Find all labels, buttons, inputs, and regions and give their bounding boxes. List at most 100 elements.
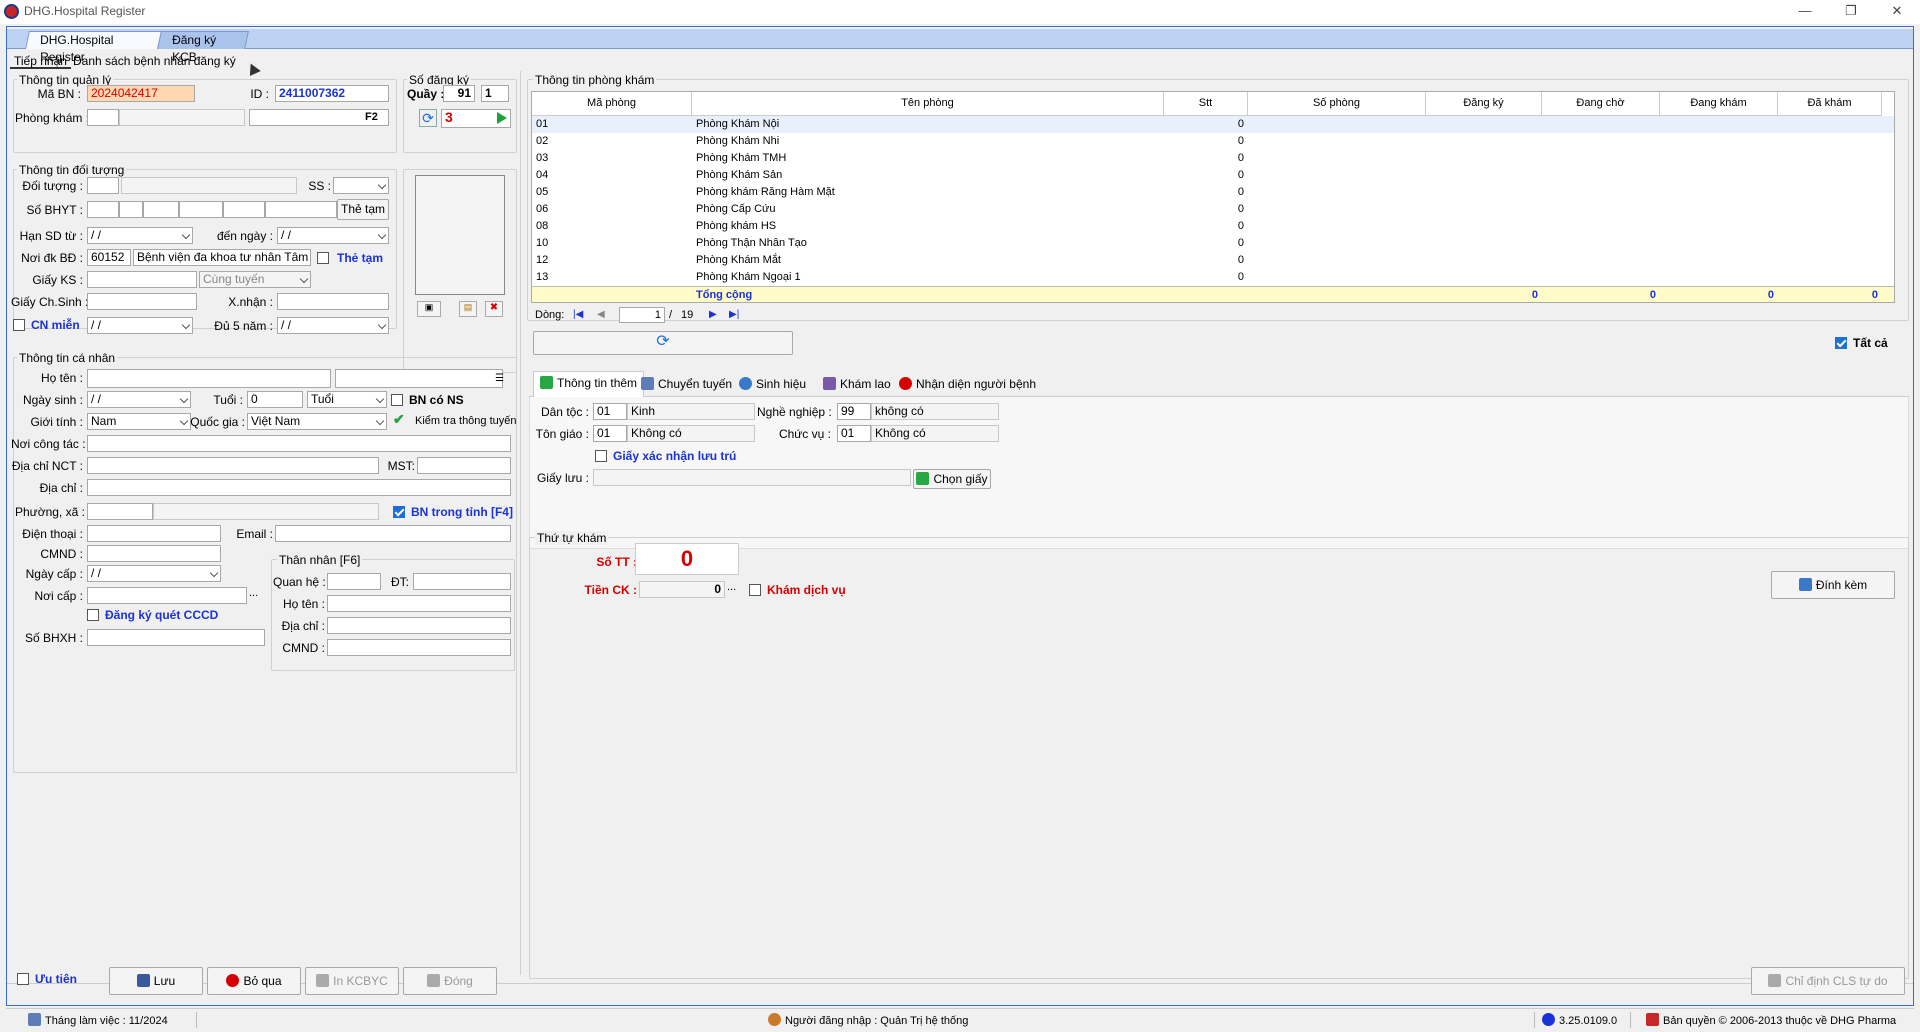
tab-nhan-dien[interactable]: Nhận diện người bệnh bbox=[899, 371, 1036, 393]
mst-field[interactable] bbox=[417, 457, 511, 474]
table-row[interactable]: 01 Phòng Khám Nội 0 bbox=[532, 116, 1894, 133]
than-nhan-ho-ten-field[interactable] bbox=[327, 595, 511, 612]
tien-ck-field[interactable]: 0 bbox=[639, 581, 725, 598]
than-nhan-cmnd-field[interactable] bbox=[327, 639, 511, 656]
cn-mien-date[interactable]: / / bbox=[87, 317, 193, 334]
cn-mien-checkbox[interactable] bbox=[13, 319, 25, 331]
tab-kham-lao[interactable]: Khám lao bbox=[823, 371, 891, 393]
maximize-button[interactable]: ❐ bbox=[1828, 0, 1874, 24]
han-sd-from[interactable]: / / bbox=[87, 227, 193, 244]
prev-page-icon[interactable]: ◀ bbox=[597, 309, 605, 320]
photo-upload-icon[interactable]: ▤ bbox=[459, 301, 477, 317]
giay-ch-sinh-field[interactable] bbox=[87, 293, 197, 310]
bhyt-part3[interactable] bbox=[143, 201, 179, 218]
noi-cong-tac-field[interactable] bbox=[87, 435, 511, 452]
tab-sinh-hieu[interactable]: Sinh hiệu bbox=[739, 371, 806, 393]
column-header[interactable]: Đăng ký bbox=[1426, 92, 1542, 116]
bo-qua-button[interactable]: Bỏ qua bbox=[207, 967, 301, 995]
column-header[interactable]: Số phòng bbox=[1248, 92, 1426, 116]
column-header[interactable]: Stt bbox=[1164, 92, 1248, 116]
noi-cap-field[interactable] bbox=[87, 587, 247, 604]
cmnd-field[interactable] bbox=[87, 545, 221, 562]
than-nhan-dia-chi-field[interactable] bbox=[327, 617, 511, 634]
in-kcbyc-button[interactable]: In KCBYC bbox=[305, 967, 399, 995]
refresh-icon[interactable]: ⟳ bbox=[419, 109, 437, 127]
bhyt-part2[interactable] bbox=[119, 201, 143, 218]
first-page-icon[interactable]: |◀ bbox=[573, 309, 583, 320]
table-row[interactable]: 04 Phòng Khám Sản 0 bbox=[532, 167, 1894, 184]
luu-button[interactable]: Lưu bbox=[109, 967, 203, 995]
gioi-tinh-select[interactable]: Nam bbox=[87, 413, 191, 430]
tab-tiep-nhan[interactable]: Tiếp nhận bbox=[10, 53, 71, 69]
kham-dich-vu-checkbox[interactable] bbox=[749, 584, 761, 596]
column-header[interactable]: Mã phòng bbox=[532, 92, 692, 116]
ho-ten-search[interactable] bbox=[335, 369, 503, 388]
table-row[interactable]: 06 Phòng Cấp Cứu 0 bbox=[532, 201, 1894, 218]
quay-field[interactable]: 91 bbox=[443, 85, 475, 102]
dt-field[interactable] bbox=[413, 573, 511, 590]
phuong-xa-code[interactable] bbox=[87, 503, 153, 520]
grid-refresh-button[interactable]: ⟳ bbox=[533, 331, 793, 355]
close-button[interactable]: ✕ bbox=[1874, 0, 1920, 24]
bn-co-ns-checkbox[interactable] bbox=[391, 394, 403, 406]
doi-tuong-code[interactable] bbox=[87, 177, 119, 194]
ho-ten-field[interactable] bbox=[87, 369, 331, 388]
bhyt-part6[interactable] bbox=[265, 201, 337, 218]
noi-dk-name[interactable]: Bệnh viện đa khoa tư nhân Tâm Phúc bbox=[133, 249, 311, 266]
photo-delete-icon[interactable]: ✖ bbox=[485, 301, 503, 317]
table-row[interactable]: 13 Phòng Khám Ngoại 1 0 bbox=[532, 269, 1894, 286]
ma-bn-field[interactable]: 2024042417 bbox=[87, 85, 195, 102]
quay2-field[interactable]: 1 bbox=[481, 85, 509, 102]
chi-dinh-cls-button[interactable]: Chỉ định CLS tự do bbox=[1751, 967, 1905, 995]
bhyt-part1[interactable] bbox=[87, 201, 119, 218]
tab-danh-sach[interactable]: Danh sách bệnh nhân đăng ký bbox=[69, 53, 240, 69]
bhyt-part5[interactable] bbox=[223, 201, 265, 218]
table-row[interactable]: 08 Phòng khám HS 0 bbox=[532, 218, 1894, 235]
dia-chi-field[interactable] bbox=[87, 479, 511, 496]
column-header[interactable]: Tên phòng bbox=[692, 92, 1164, 116]
ton-giao-code[interactable]: 01 bbox=[593, 425, 627, 442]
list-icon[interactable]: ☰ bbox=[495, 373, 504, 384]
page-field[interactable]: 1 bbox=[619, 307, 665, 323]
email-field[interactable] bbox=[275, 525, 511, 542]
tab-thong-tin-them[interactable]: Thông tin thêm bbox=[533, 371, 645, 397]
nghe-nghiep-code[interactable]: 99 bbox=[837, 403, 871, 420]
tab-hospital-register[interactable]: DHG.Hospital Register bbox=[25, 31, 163, 64]
column-header[interactable]: Đang chờ bbox=[1542, 92, 1660, 116]
tab-dang-ky-kcb[interactable]: Đăng ký KCB bbox=[157, 31, 249, 64]
tuoi-unit-select[interactable]: Tuổi bbox=[307, 391, 387, 408]
id-field[interactable]: 2411007362 bbox=[275, 85, 389, 102]
quan-he-field[interactable] bbox=[327, 573, 381, 590]
play-icon[interactable] bbox=[497, 112, 507, 124]
tat-ca-checkbox[interactable] bbox=[1835, 337, 1847, 349]
phong-kham-code[interactable] bbox=[87, 109, 119, 126]
ngay-sinh-field[interactable]: / / bbox=[87, 391, 191, 408]
column-header[interactable]: Đang khám bbox=[1660, 92, 1778, 116]
han-sd-to[interactable]: / / bbox=[277, 227, 389, 244]
tien-ck-browse-button[interactable]: ... bbox=[727, 581, 736, 593]
table-row[interactable]: 03 Phòng Khám TMH 0 bbox=[532, 150, 1894, 167]
uu-tien-checkbox[interactable] bbox=[17, 973, 29, 985]
giay-xac-nhan-checkbox[interactable] bbox=[595, 450, 607, 462]
dan-toc-code[interactable]: 01 bbox=[593, 403, 627, 420]
table-row[interactable]: 10 Phòng Thận Nhân Tạo 0 bbox=[532, 235, 1894, 252]
chon-giay-button[interactable]: Chọn giấy bbox=[913, 469, 991, 489]
kiem-tra-thong-tuyen-button[interactable]: Kiểm tra thông tuyến bbox=[415, 415, 517, 427]
the-tam-checkbox[interactable] bbox=[317, 252, 329, 264]
noi-cap-browse-button[interactable]: ... bbox=[249, 587, 258, 599]
ngay-cap-field[interactable]: / / bbox=[87, 565, 221, 582]
noi-dk-code[interactable]: 60152 bbox=[87, 249, 131, 266]
dia-chi-nct-field[interactable] bbox=[87, 457, 379, 474]
table-row[interactable]: 05 Phòng khám Răng Hàm Mặt 0 bbox=[532, 184, 1894, 201]
dong-button[interactable]: Đóng bbox=[403, 967, 497, 995]
table-row[interactable]: 02 Phòng Khám Nhi 0 bbox=[532, 133, 1894, 150]
ss-select[interactable] bbox=[333, 177, 389, 194]
x-nhan-field[interactable] bbox=[277, 293, 389, 310]
table-row[interactable]: 12 Phòng Khám Mắt 0 bbox=[532, 252, 1894, 269]
quoc-gia-select[interactable]: Việt Nam bbox=[247, 413, 387, 430]
column-header[interactable]: Đã khám bbox=[1778, 92, 1882, 116]
bhyt-part4[interactable] bbox=[179, 201, 223, 218]
tuoi-field[interactable]: 0 bbox=[247, 391, 303, 408]
chuc-vu-code[interactable]: 01 bbox=[837, 425, 871, 442]
dang-ky-cccd-checkbox[interactable] bbox=[87, 609, 99, 621]
